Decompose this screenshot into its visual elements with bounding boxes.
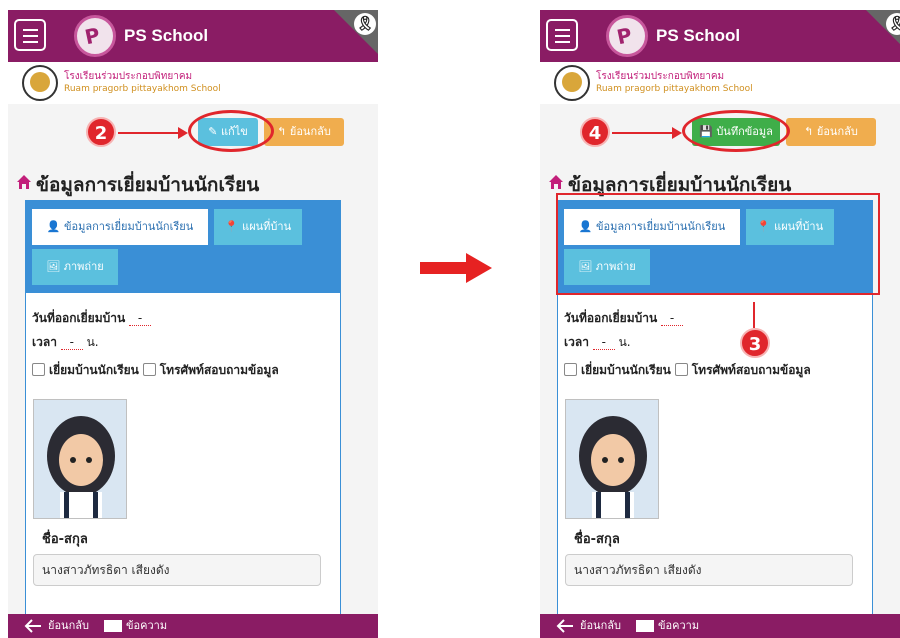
bottom-message-link[interactable]: ข้อความ bbox=[126, 614, 167, 638]
mail-icon[interactable] bbox=[636, 620, 654, 632]
tab-home-map[interactable]: 📍 แผนที่บ้าน bbox=[214, 209, 302, 245]
phone-checkbox[interactable] bbox=[142, 363, 156, 376]
school-logo bbox=[554, 65, 590, 101]
annotation-badge: 3 bbox=[740, 328, 770, 358]
tab-photos[interactable]: 🖼 ภาพถ่าย bbox=[32, 249, 118, 285]
name-label: ชื่อ-สกุล bbox=[42, 532, 88, 547]
awareness-ribbon-icon: 🎗 bbox=[866, 10, 900, 54]
step-badge: 4 bbox=[580, 117, 610, 147]
name-label: ชื่อ-สกุล bbox=[574, 532, 620, 547]
app-title: PS School bbox=[656, 26, 741, 45]
phone-screen-right: P PS School 🎗 โรงเรียนร่วมประกอบพิทยาคม … bbox=[540, 10, 900, 638]
school-header: โรงเรียนร่วมประกอบพิทยาคม Ruam pragorb p… bbox=[8, 62, 378, 104]
bottom-nav: ย้อนกลับ ข้อความ bbox=[8, 614, 378, 638]
home-icon bbox=[549, 175, 563, 189]
school-name-th: โรงเรียนร่วมประกอบพิทยาคม bbox=[64, 71, 193, 82]
tab-visit-info[interactable]: 👤 ข้อมูลการเยี่ยมบ้านนักเรียน bbox=[32, 209, 208, 245]
school-name-en: Ruam pragorb pittayakhom School bbox=[596, 84, 753, 94]
back-arrow-icon[interactable] bbox=[556, 618, 574, 634]
bottom-back-link[interactable]: ย้อนกลับ bbox=[580, 614, 621, 638]
callout-arrow-head bbox=[672, 127, 682, 139]
visit-date-row: วันที่ออกเยี่ยมบ้าน - bbox=[564, 309, 683, 328]
home-icon bbox=[17, 175, 31, 189]
menu-button[interactable] bbox=[546, 19, 578, 51]
save-highlight-ring bbox=[682, 110, 790, 152]
name-field[interactable]: นางสาวภัทรธิดา เสียงดัง bbox=[565, 554, 853, 586]
time-row: เวลา - น. bbox=[32, 335, 99, 350]
tab-strip: 👤 ข้อมูลการเยี่ยมบ้านนักเรียน 📍 แผนที่บ้… bbox=[26, 201, 340, 293]
visit-checkbox[interactable] bbox=[32, 363, 45, 376]
top-bar: P PS School 🎗 bbox=[8, 10, 378, 62]
bottom-nav: ย้อนกลับ ข้อความ bbox=[540, 614, 900, 638]
edit-highlight-ring bbox=[188, 110, 274, 152]
callout-arrow-head bbox=[178, 127, 188, 139]
phone-screen-left: P PS School 🎗 โรงเรียนร่วมประกอบพิทยาคม … bbox=[8, 10, 378, 638]
visit-date-row: วันที่ออกเยี่ยมบ้าน - bbox=[32, 309, 151, 328]
app-logo: P bbox=[74, 15, 116, 57]
app-logo: P bbox=[606, 15, 648, 57]
school-logo bbox=[22, 65, 58, 101]
phone-checkbox[interactable] bbox=[674, 363, 688, 376]
school-header: โรงเรียนร่วมประกอบพิทยาคม Ruam pragorb p… bbox=[540, 62, 900, 104]
app-title: PS School bbox=[124, 26, 209, 45]
back-arrow-icon[interactable] bbox=[24, 618, 42, 634]
visit-type-row: เยี่ยมบ้านนักเรียน โทรศัพท์สอบถามข้อมูล bbox=[564, 361, 811, 380]
school-name-th: โรงเรียนร่วมประกอบพิทยาคม bbox=[596, 71, 725, 82]
back-button[interactable]: ↰ ย้อนกลับ bbox=[264, 118, 344, 146]
annotation-arrow bbox=[753, 302, 755, 328]
bottom-back-link[interactable]: ย้อนกลับ bbox=[48, 614, 89, 638]
student-photo bbox=[33, 399, 127, 519]
callout-arrow bbox=[118, 132, 180, 134]
name-field[interactable]: นางสาวภัทรธิดา เสียงดัง bbox=[33, 554, 321, 586]
transition-arrow-icon bbox=[420, 253, 492, 283]
time-row: เวลา - น. bbox=[564, 335, 631, 350]
menu-button[interactable] bbox=[14, 19, 46, 51]
student-photo bbox=[565, 399, 659, 519]
visit-checkbox[interactable] bbox=[564, 363, 577, 376]
back-button[interactable]: ↰ ย้อนกลับ bbox=[786, 118, 876, 146]
visit-type-row: เยี่ยมบ้านนักเรียน โทรศัพท์สอบถามข้อมูล bbox=[32, 361, 279, 380]
school-name-en: Ruam pragorb pittayakhom School bbox=[64, 84, 221, 94]
page-heading: ข้อมูลการเยี่ยมบ้านนักเรียน bbox=[36, 174, 260, 196]
top-bar: P PS School 🎗 bbox=[540, 10, 900, 62]
mail-icon[interactable] bbox=[104, 620, 122, 632]
tabs-highlight-box bbox=[556, 193, 880, 295]
awareness-ribbon-icon: 🎗 bbox=[334, 10, 378, 54]
step-badge: 2 bbox=[86, 117, 116, 147]
bottom-message-link[interactable]: ข้อความ bbox=[658, 614, 699, 638]
callout-arrow bbox=[612, 132, 674, 134]
